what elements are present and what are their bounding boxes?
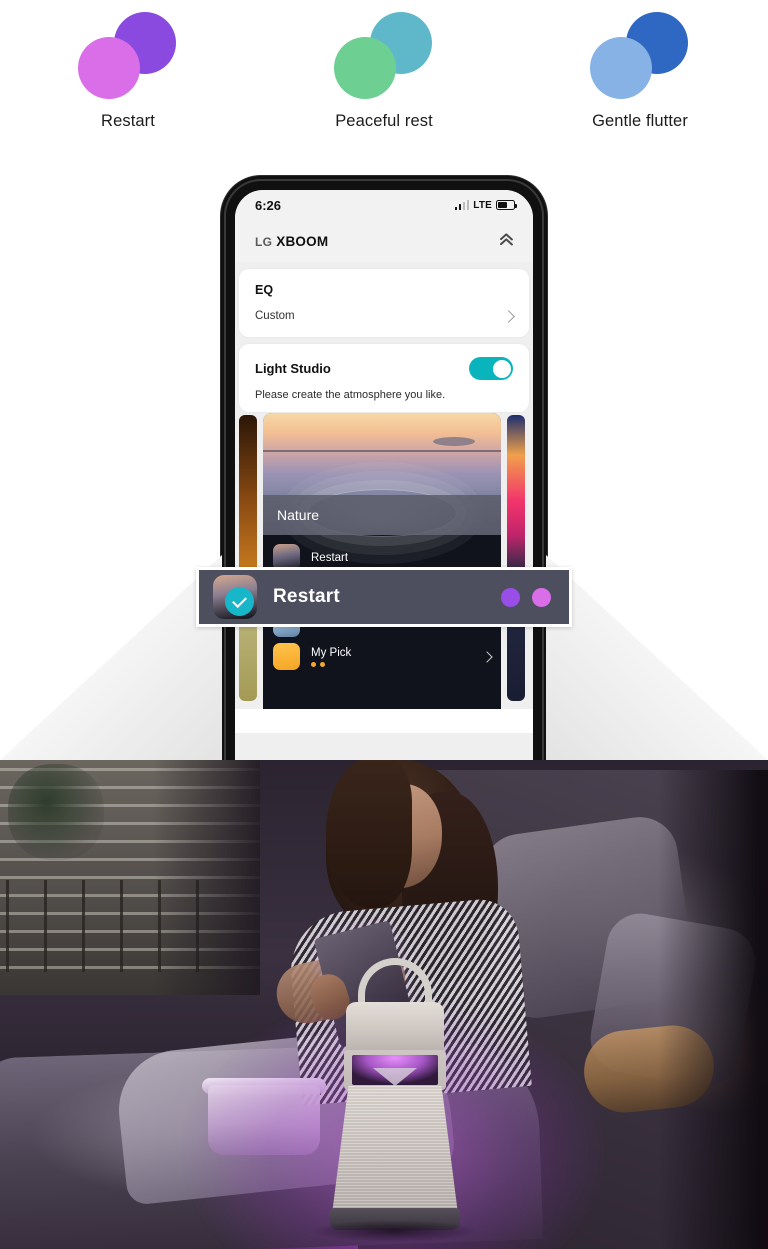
eq-preset-row[interactable]: Custom [239,297,529,337]
network-label: LTE [473,199,492,211]
horizon-line [263,449,501,452]
callout-inner: Restart [199,570,569,624]
speaker-body [332,1086,458,1214]
carousel-card-caption: Nature [263,495,501,535]
light-studio-title: Light Studio [255,361,331,376]
double-chevron-up-icon[interactable] [499,233,516,250]
app-brand: LG XBOOM [255,234,328,249]
speaker-shadow [312,1220,476,1242]
cloud-shape [433,437,475,447]
callout-dot-primary [501,587,520,607]
mood-swatch-gentle-flutter[interactable]: Gentle flutter [512,0,768,155]
list-item-my-pick[interactable]: My Pick [273,640,493,673]
status-bar: 6:26 LTE [235,190,533,220]
list-item-label: My Pick [311,646,352,659]
signal-bars-icon [454,199,470,210]
status-time: 6:26 [255,197,282,213]
callout-label: Restart [273,586,340,607]
circle-swatch-front-icon [334,37,396,99]
app-header: LG XBOOM [235,220,533,262]
phone-device: 6:26 LTE LG XBOOM EQ Custom Light Studio… [221,176,547,760]
battery-icon [496,200,518,210]
light-studio-toggle[interactable] [469,357,513,380]
speaker-top-cap [346,1002,444,1054]
my-pick-thumb-icon [273,643,300,670]
mood-swatch-restart[interactable]: Restart [0,0,256,155]
window-blinds [0,760,260,995]
eq-card: EQ Custom [239,269,529,337]
carousel-card-previous[interactable] [239,415,257,701]
brand-prefix: LG [255,234,273,249]
callout-dot-secondary [532,587,551,607]
swatch-label: Peaceful rest [335,112,433,130]
swatch-label: Restart [101,112,155,130]
chevron-right-icon [502,309,515,323]
circle-swatch-front-icon [78,37,140,99]
mood-swatch-peaceful-rest[interactable]: Peaceful rest [256,0,512,155]
status-indicators: LTE [454,199,518,211]
eq-title: EQ [255,283,274,297]
list-item-label: Restart [311,551,349,564]
light-studio-header: Light Studio [239,344,529,380]
lake-sunset-ripple-photo: Nature [263,413,501,537]
swatch-dots [580,8,700,103]
light-studio-card: Light Studio Please create the atmospher… [239,344,529,412]
sofa-vignette [658,770,768,1249]
light-studio-subtitle: Please create the atmosphere you like. [255,389,446,401]
speaker-fabric-texture [332,1086,458,1214]
swatch-dots [324,8,444,103]
callout-color-dots [501,587,551,607]
brand-name: XBOOM [276,233,329,249]
window-vignette [0,760,260,995]
my-pick-color-dots [311,661,351,667]
swatch-label: Gentle flutter [592,112,688,130]
speaker-light-reflector [373,1068,417,1086]
eq-preset-value: Custom [255,310,295,322]
swatch-dots [68,8,188,103]
check-circle-icon [225,587,254,616]
restart-thumb-icon [213,575,257,619]
carousel-card-next[interactable] [507,415,525,701]
lifestyle-photo [0,760,768,1249]
mood-swatch-row: Restart Peaceful rest Gentle flutter [0,0,768,155]
phone-screen: 6:26 LTE LG XBOOM EQ Custom Light Studio… [235,190,533,760]
restart-highlight-callout[interactable]: Restart [196,567,572,627]
my-pick-text-block: My Pick [311,647,351,667]
circle-swatch-front-icon [590,37,652,99]
carousel-bottom-fade [235,709,533,733]
hair-front [326,760,412,908]
lg-xboom-360-speaker [184,958,604,1249]
chevron-right-icon[interactable] [481,650,493,663]
speaker-light-band [344,1050,446,1090]
